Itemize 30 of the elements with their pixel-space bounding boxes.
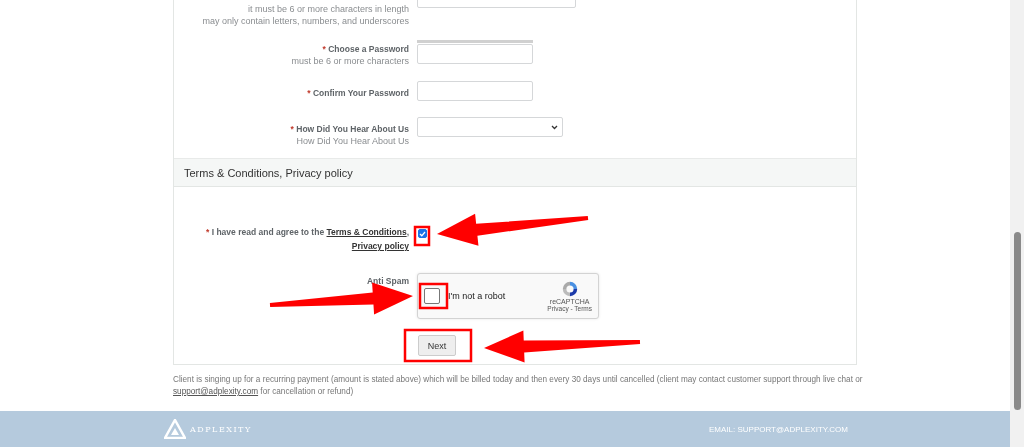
scrollbar[interactable] bbox=[1010, 0, 1024, 447]
select-field[interactable] bbox=[417, 117, 563, 137]
next-button[interactable]: Next bbox=[418, 335, 456, 356]
footer-email: EMAIL: SUPPORT@ADPLEXITY.COM bbox=[709, 424, 848, 434]
refresh-icon bbox=[560, 280, 579, 298]
disclaimer-text: Client is singing up for a recurring payment (amount is stated above) which will be billed today and then every 30 days until cancelled (client may contact customer support through live chat or support@adplexity.com for cancellation or refund) bbox=[173, 374, 864, 398]
field-label: * Choose a Password bbox=[322, 43, 409, 55]
field-label: Anti Spam bbox=[366, 275, 409, 287]
field-hint: How Did You Hear About Us bbox=[296, 135, 409, 147]
logo-icon bbox=[164, 419, 186, 439]
field-label: * Confirm Your Password bbox=[307, 87, 409, 99]
section-title: Terms & Conditions, Privacy policy bbox=[184, 166, 353, 179]
password-field[interactable] bbox=[417, 44, 533, 64]
captcha-checkbox[interactable] bbox=[424, 288, 440, 304]
highlight-frame bbox=[418, 282, 449, 310]
field-label: * How Did You Hear About Us bbox=[290, 123, 409, 135]
terms-link[interactable]: Terms & Conditions bbox=[326, 227, 407, 237]
password-field[interactable] bbox=[417, 81, 533, 101]
logo-text: ADPLEXITY bbox=[190, 424, 252, 434]
agree-text: * I have read and agree to the Terms & Conditions, Privacy policy bbox=[205, 226, 409, 253]
privacy-link[interactable]: Privacy policy bbox=[351, 241, 409, 251]
field-hint: may only contain letters, numbers, and underscores bbox=[202, 15, 409, 27]
highlight-frame bbox=[413, 225, 431, 247]
field-hint: must be 6 or more characters bbox=[291, 55, 409, 67]
highlight-frame bbox=[403, 328, 473, 363]
support-email-link[interactable]: support@adplexity.com bbox=[173, 387, 259, 396]
field-hint: it must be 6 or more characters in length bbox=[247, 3, 409, 15]
captcha-label: I'm not a robot bbox=[448, 291, 507, 301]
agree-checkbox[interactable] bbox=[418, 229, 427, 238]
chevron-down-icon bbox=[551, 124, 558, 130]
